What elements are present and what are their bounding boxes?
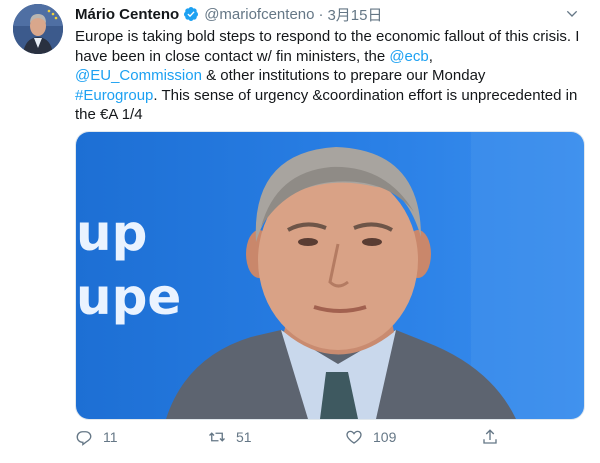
tweet[interactable]: Mário Centeno @mariofcenteno · 3月15日 Eur… — [0, 0, 600, 463]
like-count: 109 — [373, 429, 397, 445]
mention-ecb-link[interactable]: @ecb — [389, 48, 428, 65]
author-handle[interactable]: @mariofcenteno — [204, 6, 314, 23]
retweet-button[interactable]: 51 — [208, 428, 252, 446]
display-name[interactable]: Mário Centeno — [75, 6, 179, 23]
share-button[interactable] — [481, 428, 499, 446]
tweet-text: Europe is taking bold steps to respond t… — [75, 27, 585, 125]
heart-icon — [346, 430, 362, 444]
tweet-actions: 11 51 109 — [75, 428, 585, 450]
like-button[interactable]: 109 — [345, 428, 396, 446]
chevron-down-icon[interactable] — [564, 6, 580, 22]
tweet-text-part: Europe is taking bold steps to respond t… — [75, 28, 580, 65]
backdrop-text: upe — [76, 268, 181, 326]
mention-eu-commission-link[interactable]: @EU_Commission — [75, 67, 202, 84]
reply-icon — [76, 431, 92, 446]
reply-button[interactable]: 11 — [75, 428, 118, 446]
verified-badge-icon — [183, 6, 199, 22]
tweet-header: Mário Centeno @mariofcenteno · 3月15日 — [75, 4, 383, 24]
share-icon — [483, 429, 497, 444]
retweet-icon — [209, 432, 225, 442]
tweet-timestamp[interactable]: 3月15日 — [327, 4, 382, 25]
separator-dot: · — [318, 5, 324, 23]
tweet-text-part: , — [428, 47, 433, 65]
hashtag-eurogroup-link[interactable]: #Eurogroup — [75, 87, 153, 104]
backdrop-text: up — [76, 204, 147, 262]
retweet-count: 51 — [236, 429, 252, 445]
avatar[interactable] — [13, 4, 63, 54]
reply-count: 11 — [103, 429, 118, 445]
tweet-photo[interactable]: up upe — [75, 131, 585, 420]
tweet-text-part: & other institutions to prepare our Mond… — [201, 67, 486, 85]
